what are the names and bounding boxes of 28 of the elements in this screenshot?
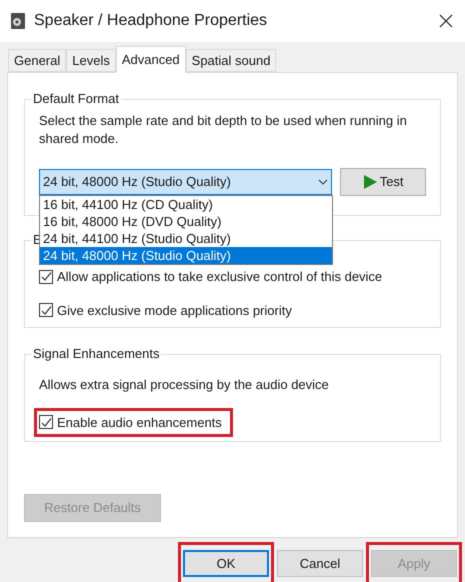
check-icon [40,416,52,428]
tab[interactable]: Levels [66,49,116,72]
checkbox-label: Enable audio enhancements [57,414,222,432]
play-icon [362,175,377,189]
close-icon[interactable] [439,14,453,28]
window-title: Speaker / Headphone Properties [34,11,268,31]
chevron-icon [318,179,328,185]
checkbox-label: Give exclusive mode applications priority [57,302,292,320]
speaker-icon [10,12,26,30]
dialog-button[interactable]: OK [183,550,269,577]
dialog-button[interactable]: Cancel [277,550,363,577]
checkbox[interactable] [39,270,53,284]
tab[interactable]: Spatial sound [186,49,276,72]
dropdown-option[interactable]: 16 bit, 48000 Hz (DVD Quality) [40,213,332,230]
description-text: Allows extra signal processing by the audio device [39,376,330,394]
dropdown-option[interactable]: 24 bit, 48000 Hz (Studio Quality) [40,247,332,264]
dropdown-option[interactable]: 16 bit, 44100 Hz (CD Quality) [40,196,332,213]
checkbox[interactable] [39,415,53,430]
check-icon [40,271,52,282]
checkbox[interactable] [39,303,53,318]
group-title: Signal Enhancements [31,346,162,362]
description-text: Select the sample rate and bit depth to be used when running in shared mode. [39,112,408,148]
tab[interactable]: General [8,49,66,72]
check-icon [40,304,52,316]
test-button[interactable]: Test [340,168,426,196]
checkbox-label: Allow applications to take exclusive control of this device [57,268,382,286]
tab[interactable]: Advanced [116,46,186,73]
format-combobox[interactable]: 24 bit, 48000 Hz (Studio Quality) [39,169,332,195]
